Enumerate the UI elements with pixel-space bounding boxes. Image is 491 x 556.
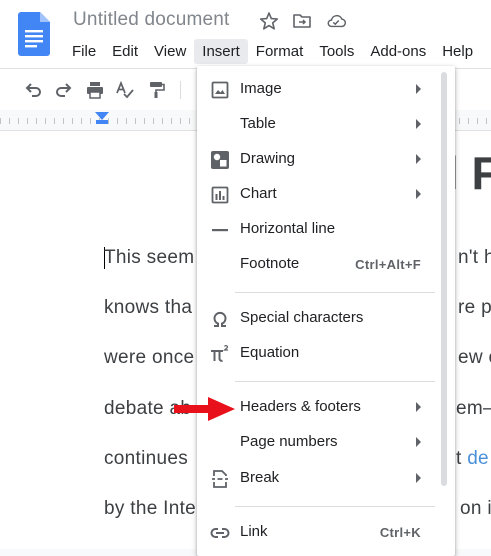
menu-bar: File Edit View Insert Format Tools Add-o…	[64, 37, 481, 65]
move-to-folder-icon[interactable]	[292, 11, 312, 31]
paragraph-line: This seem	[104, 247, 195, 268]
submenu-arrow-icon	[416, 154, 421, 164]
menu-item-label: Page numbers	[240, 433, 338, 450]
menu-divider	[235, 381, 435, 382]
chart-icon	[210, 185, 230, 205]
paragraph-line-end: n't h	[458, 247, 491, 268]
submenu-arrow-icon	[416, 402, 421, 412]
menu-help[interactable]: Help	[434, 39, 481, 64]
title-bar: Untitled document File Edit View Insert …	[0, 0, 491, 68]
paragraph-line-end: ew c	[458, 347, 491, 368]
hyperlink-text[interactable]: de	[467, 448, 489, 469]
menu-add-ons[interactable]: Add-ons	[362, 39, 434, 64]
menu-item-label: Table	[240, 115, 276, 132]
menu-item-chart[interactable]: Chart	[197, 179, 455, 211]
paragraph-line: by the Inte	[104, 498, 197, 519]
break-icon	[210, 469, 230, 489]
menu-item-label: Break	[240, 469, 280, 486]
submenu-arrow-icon	[416, 437, 421, 447]
drawing-icon	[210, 150, 230, 170]
menu-tools[interactable]: Tools	[311, 39, 362, 64]
menu-file[interactable]: File	[64, 39, 104, 64]
insert-menu: Image Table Drawing Chart Horizontal lin…	[197, 66, 455, 556]
menu-item-label: Chart	[240, 185, 277, 202]
menu-item-label: Drawing	[240, 150, 296, 167]
paragraph-text: t	[456, 448, 462, 469]
toolbar-divider	[180, 81, 181, 99]
spelling-check-icon[interactable]	[114, 79, 136, 101]
document-title[interactable]: Untitled document	[73, 9, 230, 31]
first-line-indent-marker[interactable]	[95, 112, 109, 120]
keyboard-shortcut: Ctrl+Alt+F	[355, 257, 421, 272]
paragraph-line-end: on i	[460, 498, 491, 519]
menu-item-link[interactable]: Link Ctrl+K	[197, 517, 455, 549]
menu-format[interactable]: Format	[248, 39, 312, 64]
menu-view[interactable]: View	[146, 39, 194, 64]
paragraph-line-end: re pl	[458, 297, 491, 318]
menu-item-label: Headers & footers	[240, 398, 361, 415]
paragraph-line: were once	[104, 347, 195, 368]
left-indent-marker[interactable]	[96, 120, 108, 124]
paragraph-line-end: t de	[456, 448, 489, 470]
submenu-arrow-icon	[416, 189, 421, 199]
print-icon[interactable]	[84, 79, 106, 101]
image-icon	[210, 80, 230, 100]
paragraph-line-end: em–	[456, 398, 491, 419]
menu-item-image[interactable]: Image	[197, 74, 455, 106]
menu-item-equation[interactable]: Equation	[197, 338, 455, 370]
menu-item-label: Horizontal line	[240, 220, 336, 237]
menu-item-label: Link	[240, 523, 268, 540]
pi-icon	[210, 344, 230, 364]
link-icon	[210, 523, 230, 543]
menu-item-horizontal-line[interactable]: Horizontal line	[197, 214, 455, 246]
keyboard-shortcut: Ctrl+K	[379, 525, 421, 540]
submenu-arrow-icon	[416, 473, 421, 483]
annotation-arrow-icon	[174, 397, 235, 421]
menu-divider	[235, 292, 435, 293]
submenu-arrow-icon	[416, 84, 421, 94]
submenu-arrow-icon	[416, 119, 421, 129]
paint-format-icon[interactable]	[145, 79, 167, 101]
menu-item-label: Special characters	[240, 309, 364, 326]
undo-icon[interactable]	[22, 79, 44, 101]
menu-item-label: Image	[240, 80, 282, 97]
star-icon[interactable]	[259, 11, 279, 31]
menu-edit[interactable]: Edit	[104, 39, 146, 64]
redo-icon[interactable]	[53, 79, 75, 101]
menu-item-special-characters[interactable]: Special characters	[197, 303, 455, 335]
omega-icon	[210, 309, 230, 329]
menu-item-label: Footnote	[240, 255, 300, 272]
menu-item-label: Equation	[240, 344, 300, 361]
paragraph-line: knows tha	[104, 297, 193, 318]
menu-item-table[interactable]: Table	[197, 109, 455, 141]
menu-item-footnote[interactable]: Footnote Ctrl+Alt+F	[197, 249, 455, 281]
menu-item-drawing[interactable]: Drawing	[197, 144, 455, 176]
docs-logo-icon[interactable]	[18, 12, 50, 56]
paragraph-line: continues	[104, 448, 189, 469]
menu-item-page-numbers[interactable]: Page numbers	[197, 427, 455, 459]
menu-divider	[235, 506, 435, 507]
cloud-saved-icon[interactable]	[326, 11, 346, 31]
menu-item-break[interactable]: Break	[197, 463, 455, 495]
horizontal-line-icon	[210, 220, 230, 240]
menu-insert[interactable]: Insert	[194, 38, 248, 64]
